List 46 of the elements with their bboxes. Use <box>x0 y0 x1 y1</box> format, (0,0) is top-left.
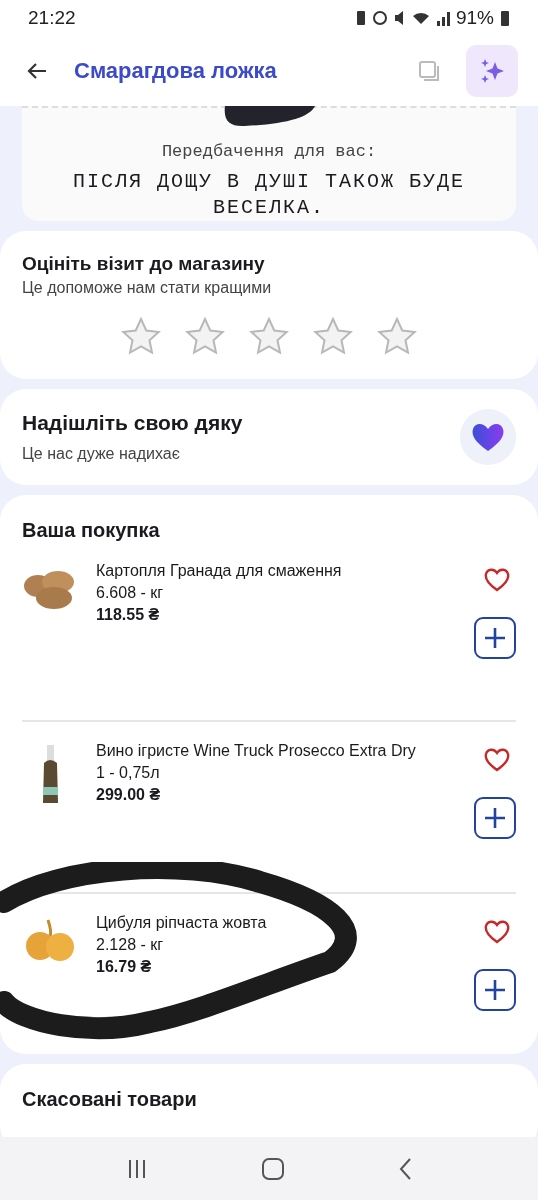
star-icon[interactable] <box>249 317 289 355</box>
product-quantity: 6.608 - кг <box>96 584 165 602</box>
product-quantity: 1 - 0,75л <box>96 764 161 782</box>
product-quantity: 2.128 - кг <box>96 936 165 954</box>
heart-outline-icon <box>484 748 510 772</box>
plus-icon <box>483 978 507 1002</box>
plus-icon <box>483 806 507 830</box>
rating-title: Оцініть візит до магазину <box>22 253 266 275</box>
status-time: 21:22 <box>28 7 76 29</box>
product-name: Вино ігристе Wine Truck Prosecco Extra Dry <box>96 742 417 760</box>
star-icon[interactable] <box>313 317 353 355</box>
sparkle-button[interactable] <box>466 45 518 97</box>
battery-icon <box>500 9 510 27</box>
star-icon[interactable] <box>377 317 417 355</box>
thanks-subtitle: Це нас дуже надихає <box>22 445 181 463</box>
product-price: 299.00 ₴ <box>96 786 162 804</box>
product-price: 118.55 ₴ <box>96 606 161 624</box>
prediction-label: Передбачення для вас: <box>161 142 377 161</box>
back-nav-icon[interactable] <box>397 1156 412 1181</box>
prediction-text: ПІСЛЯ ДОЩУ В ДУШІ ТАКОЖ БУДЕ ВЕСЕЛКА. <box>71 169 467 221</box>
add-button[interactable] <box>474 797 516 839</box>
star-icon[interactable] <box>121 317 161 355</box>
alarm-icon <box>371 10 388 26</box>
star-icon[interactable] <box>185 317 225 355</box>
battery-saver-icon <box>355 10 366 26</box>
heart-outline-icon <box>484 920 510 944</box>
rating-subtitle: Це допоможе нам стати кращими <box>22 279 273 297</box>
heart-icon <box>471 422 505 452</box>
home-icon[interactable] <box>261 1156 285 1181</box>
thanks-button[interactable] <box>460 409 516 465</box>
wifi-icon <box>411 11 430 25</box>
section-title: Ваша покупка <box>22 519 161 542</box>
battery-percent: 91% <box>455 7 494 29</box>
product-price: 16.79 ₴ <box>96 958 153 976</box>
plus-icon <box>483 626 507 650</box>
page-title: Смарагдова ложка <box>74 58 278 84</box>
mute-icon <box>393 10 406 26</box>
product-name: Картопля Гранада для смаження <box>96 562 343 580</box>
add-button[interactable] <box>474 969 516 1011</box>
section-title: Скасовані товари <box>22 1088 198 1111</box>
product-name: Цибуля ріпчаста жовта <box>96 914 268 932</box>
thanks-title: Надішліть свою дяку <box>22 411 243 435</box>
heart-outline-icon <box>484 568 510 592</box>
signal-icon <box>435 10 450 26</box>
copy-icon <box>417 59 441 83</box>
add-button[interactable] <box>474 617 516 659</box>
